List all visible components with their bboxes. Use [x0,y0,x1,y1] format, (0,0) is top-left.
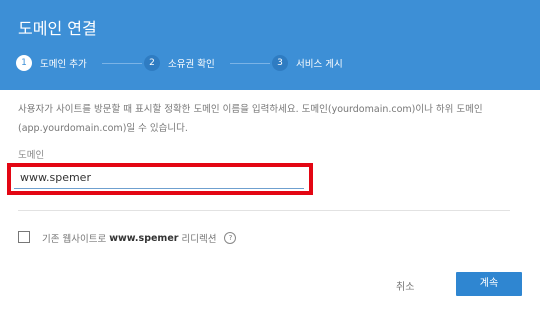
domain-field-label: 도메인 [18,150,45,161]
redirect-prefix: 기존 웹사이트로 [42,234,107,245]
step-3-label: 서비스 게시 [296,59,343,70]
redirect-checkbox[interactable] [18,231,30,243]
dialog-header: 도메인 연결 1 도메인 추가 2 소유권 확인 3 서비스 게시 [0,0,540,90]
help-icon[interactable]: ? [224,232,237,244]
step-2-label: 소유권 확인 [168,59,215,70]
dialog-title: 도메인 연결 [18,19,97,38]
step-3: 3 서비스 게시 [272,54,343,72]
stepper: 1 도메인 추가 2 소유권 확인 3 서비스 게시 [16,54,540,74]
step-1-label: 도메인 추가 [40,59,87,70]
description-text: 사용자가 사이트를 방문할 때 표시할 정확한 도메인 이름을 입력하세요. 도… [18,104,483,134]
redirect-domain: www.spemer [109,232,179,244]
step-1-number: 1 [16,55,32,71]
step-3-number: 3 [272,55,288,71]
redirect-label: 기존 웹사이트로 www.spemer 리디렉션 ? [42,231,237,245]
step-connector [102,63,142,64]
step-1: 1 도메인 추가 [16,54,87,72]
continue-button[interactable]: 계속 [456,272,522,296]
divider [18,210,510,211]
redirect-suffix: 리디렉션 [181,234,217,245]
cancel-button[interactable]: 취소 [396,278,414,293]
domain-input[interactable] [14,167,304,189]
step-2: 2 소유권 확인 [144,54,215,72]
step-connector [230,63,270,64]
step-2-number: 2 [144,55,160,71]
